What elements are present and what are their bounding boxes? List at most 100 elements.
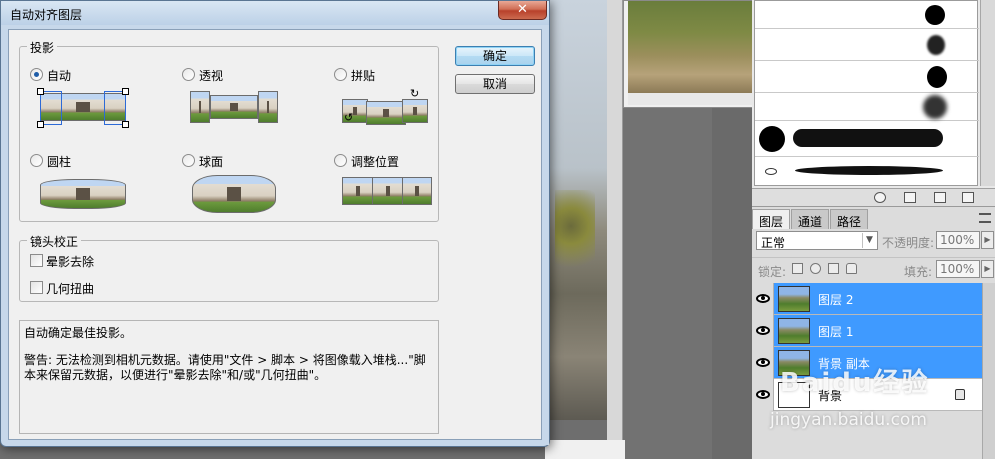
close-icon: ✕ <box>517 2 528 17</box>
brush-tip <box>925 5 945 25</box>
collage-preview[interactable]: ↻ ↺ <box>342 87 428 127</box>
preview-image <box>190 91 210 123</box>
lens-correction-legend: 镜头校正 <box>27 233 82 250</box>
layer-name: 图层 1 <box>818 325 854 339</box>
layer-name: 图层 2 <box>818 293 854 307</box>
brush-preset[interactable] <box>755 1 979 29</box>
perspective-preview[interactable] <box>190 89 278 125</box>
radio-indicator <box>30 154 43 167</box>
canvas-frame <box>607 0 623 440</box>
spherical-preview[interactable] <box>192 173 276 215</box>
layers-scrollbar[interactable] <box>982 283 995 459</box>
radio-label: 拼贴 <box>351 69 376 83</box>
brush-tip <box>927 66 947 88</box>
reposition-preview[interactable] <box>342 175 432 209</box>
transform-handle <box>37 121 44 128</box>
warning-message: 警告: 无法检测到相机元数据。请使用"文件 > 脚本 > 将图像载入堆栈..."… <box>24 353 426 382</box>
brush-list-scrollbar[interactable] <box>980 0 995 186</box>
cylindrical-preview[interactable] <box>40 175 126 213</box>
checkbox-label: 晕影去除 <box>46 255 95 269</box>
dialog-frame <box>543 25 549 445</box>
preview-image <box>192 175 276 213</box>
lock-label: 锁定: <box>758 265 787 279</box>
auto-align-layers-dialog: 自动对齐图层 ✕ 投影 自动 透视 拼贴 ↻ ↺ 圆柱 球面 调整位置 镜头校正… <box>0 0 550 447</box>
layer-row[interactable]: 图层 1 <box>752 315 982 347</box>
lock-all-icon[interactable] <box>846 263 857 274</box>
tab-channels[interactable]: 通道 <box>791 209 830 229</box>
visibility-cell[interactable] <box>752 315 774 347</box>
preview-image <box>258 91 278 123</box>
opacity-slider-arrow[interactable]: ▶ <box>981 231 994 249</box>
lock-icon <box>955 389 965 400</box>
new-preset-icon[interactable] <box>934 192 946 203</box>
lock-position-icon[interactable] <box>828 263 839 274</box>
close-button[interactable]: ✕ <box>498 1 547 20</box>
brush-stroke-preview <box>795 166 943 175</box>
visibility-cell[interactable] <box>752 379 774 411</box>
preview-image <box>372 177 404 205</box>
brush-preset[interactable] <box>755 93 979 121</box>
tab-paths[interactable]: 路径 <box>830 209 869 229</box>
fill-label: 填充: <box>904 265 933 279</box>
watermark-brand: Baidu经验 <box>780 368 930 398</box>
fill-input[interactable]: 100% <box>936 260 980 278</box>
opacity-input[interactable]: 100% <box>936 231 980 249</box>
radio-label: 圆柱 <box>47 155 72 169</box>
document-photo-left <box>545 0 607 420</box>
transform-handle <box>122 121 129 128</box>
radio-label: 自动 <box>47 69 72 83</box>
brush-preset[interactable] <box>755 121 979 157</box>
projection-group: 投影 自动 透视 拼贴 ↻ ↺ 圆柱 球面 调整位置 <box>19 39 439 222</box>
preview-image <box>402 99 428 123</box>
radio-label: 透视 <box>199 69 224 83</box>
panel-menu-icon[interactable] <box>979 213 991 223</box>
preview-image <box>210 95 258 119</box>
fill-slider-arrow[interactable]: ▶ <box>981 260 994 278</box>
preview-frame <box>40 91 62 125</box>
opacity-label: 不透明度: <box>882 236 935 250</box>
workspace-strip <box>712 108 752 459</box>
lock-pixels-icon[interactable] <box>810 263 821 274</box>
visibility-cell[interactable] <box>752 347 774 379</box>
radio-indicator <box>30 68 43 81</box>
brush-preset[interactable] <box>755 157 979 187</box>
transform-handle <box>37 88 44 95</box>
radio-indicator <box>334 68 347 81</box>
visibility-toggle-icon[interactable] <box>874 192 886 203</box>
checkbox-label: 几何扭曲 <box>46 282 95 296</box>
brush-tip <box>765 168 777 175</box>
brush-grid-icon[interactable] <box>904 192 916 203</box>
panel-tabs: 图层 通道 路径 <box>752 209 869 229</box>
checkbox-indicator <box>30 281 43 294</box>
layer-row[interactable]: 图层 2 <box>752 283 982 315</box>
preview-image <box>40 179 126 209</box>
brush-preset[interactable] <box>755 61 979 93</box>
brush-preset-list[interactable] <box>754 0 979 187</box>
visibility-cell[interactable] <box>752 283 774 315</box>
dialog-client: 投影 自动 透视 拼贴 ↻ ↺ 圆柱 球面 调整位置 镜头校正 晕影去除 几何扭… <box>8 29 542 440</box>
dialog-titlebar[interactable]: 自动对齐图层 ✕ <box>1 1 549 25</box>
brush-panel <box>752 0 995 188</box>
brush-preset[interactable] <box>755 29 979 61</box>
lens-correction-group: 镜头校正 晕影去除 几何扭曲 <box>19 233 439 302</box>
brush-tip <box>923 95 947 119</box>
eye-icon <box>756 390 770 399</box>
blend-mode-select[interactable]: 正常 ▼ <box>756 231 878 250</box>
checkbox-indicator <box>30 254 43 267</box>
eye-icon <box>756 326 770 335</box>
rotate-icon: ↺ <box>344 111 354 124</box>
projection-legend: 投影 <box>27 39 58 56</box>
tab-layers[interactable]: 图层 <box>752 209 791 229</box>
cancel-button[interactable]: 取消 <box>455 74 535 94</box>
preview-image <box>342 177 374 205</box>
brush-stroke-preview <box>793 129 943 147</box>
brush-tip <box>759 126 785 152</box>
layer-thumbnail <box>778 286 810 312</box>
status-strip <box>545 440 625 459</box>
radio-label: 球面 <box>199 155 224 169</box>
ok-button[interactable]: 确定 <box>455 46 535 66</box>
auto-preview[interactable] <box>37 88 129 128</box>
trash-icon[interactable] <box>962 192 974 203</box>
brush-tip <box>927 35 945 55</box>
lock-transparency-icon[interactable] <box>792 263 803 274</box>
